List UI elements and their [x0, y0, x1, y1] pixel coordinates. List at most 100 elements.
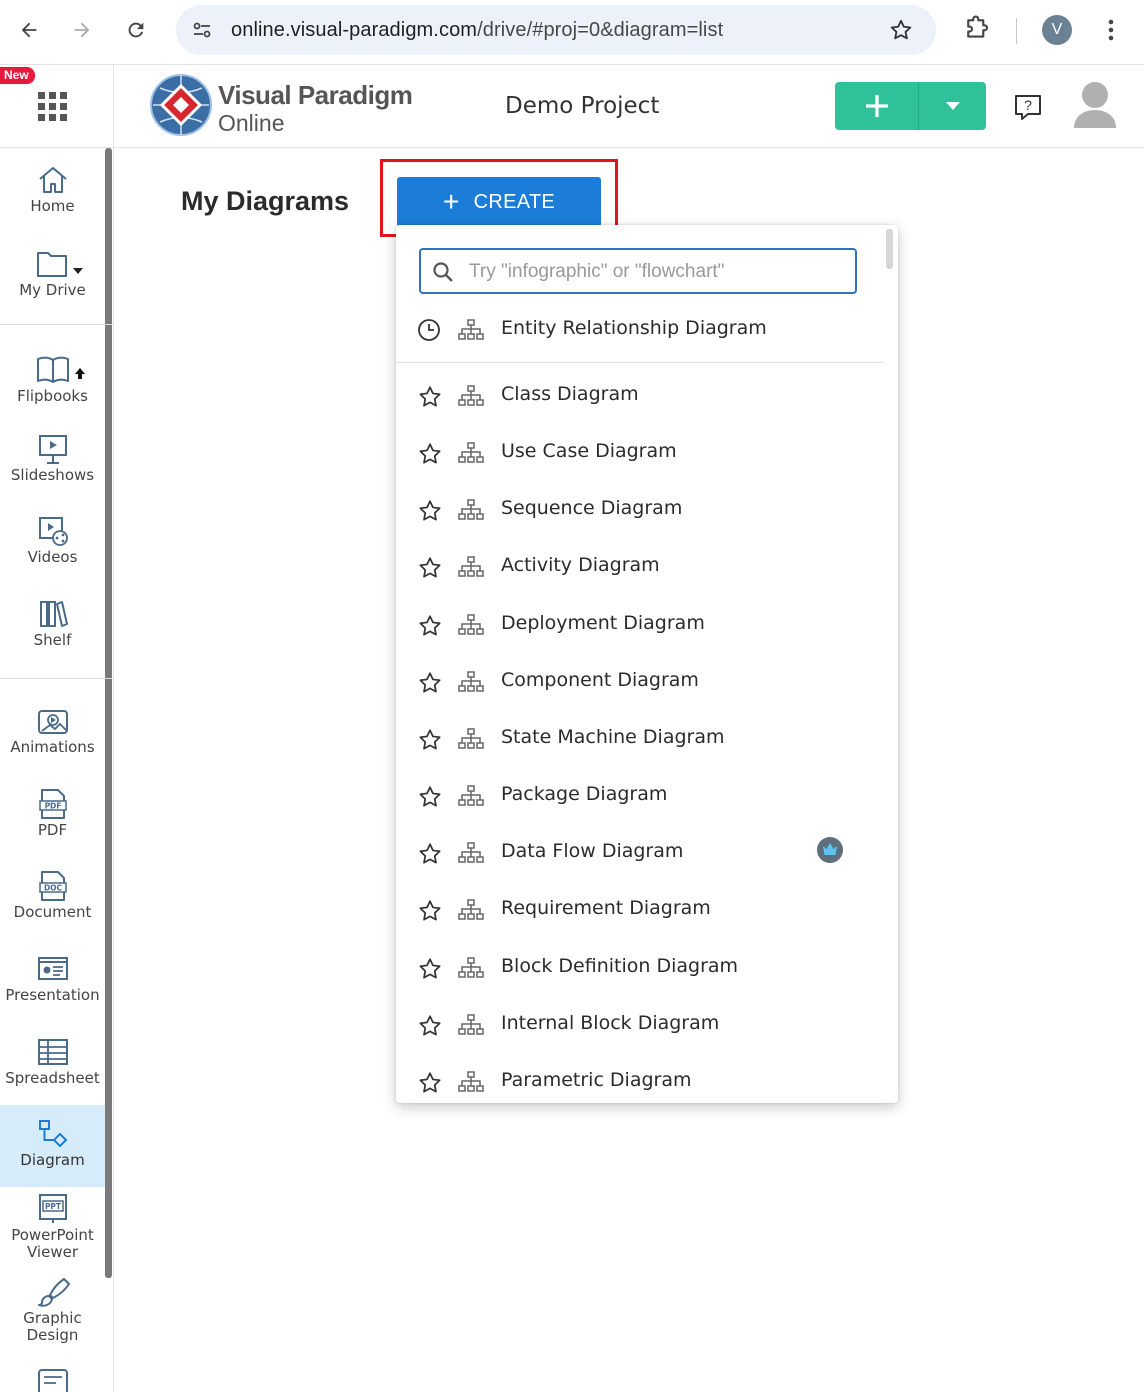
sidebar-item-document[interactable]: DOC Document [0, 870, 105, 921]
brush-icon [37, 1278, 70, 1307]
hierarchy-icon [458, 842, 484, 863]
hierarchy-icon [458, 899, 484, 920]
sidebar-item-flipbooks[interactable]: Flipbooks [0, 354, 105, 405]
hierarchy-icon [458, 1014, 484, 1035]
sidebar-item-videos[interactable]: Videos [0, 515, 105, 566]
site-settings-icon[interactable] [190, 18, 214, 42]
diagram-type-label: Package Diagram [501, 783, 668, 805]
sidebar-item-pdf[interactable]: PDF PDF [0, 788, 105, 839]
star-outline-icon[interactable] [417, 441, 443, 467]
sidebar-item-more[interactable] [0, 1366, 105, 1392]
more-menu-icon[interactable] [1100, 16, 1122, 44]
dropdown-scrollbar[interactable] [886, 229, 893, 269]
animation-icon [37, 710, 68, 734]
dropdown-divider [396, 362, 884, 363]
sidebar: Home My Drive Flipbooks Slideshows Video… [0, 148, 114, 1392]
add-dropdown-button[interactable] [919, 82, 986, 130]
new-badge: New [0, 67, 35, 84]
reload-icon [128, 22, 144, 38]
svg-text:PPT: PPT [44, 1202, 61, 1211]
star-outline-icon[interactable] [417, 956, 443, 982]
star-outline-icon[interactable] [417, 841, 443, 867]
hierarchy-icon [458, 556, 484, 577]
star-outline-icon[interactable] [417, 555, 443, 581]
sidebar-item-spreadsheet[interactable]: Spreadsheet [0, 1036, 105, 1087]
diagram-type-item[interactable]: Requirement Diagram [396, 881, 886, 938]
star-outline-icon[interactable] [417, 898, 443, 924]
sidebar-item-diagram[interactable]: Diagram [0, 1105, 105, 1187]
hierarchy-icon [458, 671, 484, 692]
hierarchy-icon [458, 385, 484, 406]
visual-paradigm-logo[interactable]: Visual Paradigm Online [148, 72, 418, 138]
apps-launcher[interactable]: New [0, 65, 114, 147]
diagram-type-item[interactable]: Data Flow Diagram [396, 824, 886, 881]
recent-diagram-item[interactable]: Entity Relationship Diagram [396, 301, 886, 358]
sidebar-item-my-drive[interactable]: My Drive [0, 248, 105, 299]
star-outline-icon[interactable] [417, 784, 443, 810]
bookmark-star-icon[interactable] [888, 17, 914, 43]
sidebar-item-graphic-design[interactable]: Graphic Design [0, 1276, 105, 1344]
diagram-type-label: Use Case Diagram [501, 440, 677, 462]
caret-down-icon [945, 102, 960, 110]
hierarchy-icon [458, 785, 484, 806]
project-title[interactable]: Demo Project [505, 93, 659, 119]
add-button-group [835, 82, 986, 130]
slideshow-icon [38, 435, 67, 464]
diagram-type-item[interactable]: Package Diagram [396, 767, 886, 824]
diagram-type-item[interactable]: Deployment Diagram [396, 596, 886, 653]
sidebar-item-animations[interactable]: Animations [0, 705, 105, 756]
sidebar-item-presentation[interactable]: Presentation [0, 953, 105, 1004]
extensions-icon[interactable] [962, 14, 992, 44]
star-outline-icon[interactable] [417, 613, 443, 639]
profile-avatar[interactable]: V [1042, 15, 1072, 45]
toolbar-divider [1016, 18, 1017, 44]
reload-button[interactable] [119, 13, 153, 47]
help-icon[interactable]: ? [1013, 93, 1043, 123]
diagram-type-item[interactable]: Use Case Diagram [396, 424, 886, 481]
diagram-type-item[interactable]: Component Diagram [396, 653, 886, 710]
star-outline-icon[interactable] [417, 384, 443, 410]
diagram-type-item[interactable]: Class Diagram [396, 367, 886, 424]
create-dropdown-menu: Entity Relationship Diagram Class Diagra… [396, 225, 898, 1103]
sidebar-divider [0, 324, 113, 325]
folder-icon [36, 252, 83, 277]
sidebar-item-powerpoint-viewer[interactable]: PPT PowerPoint Viewer [0, 1193, 105, 1261]
svg-text:PDF: PDF [44, 802, 61, 811]
url-text: online.visual-paradigm.com/drive/#proj=0… [231, 19, 724, 41]
diagram-type-label: Parametric Diagram [501, 1069, 692, 1091]
diagram-type-item[interactable]: Internal Block Diagram [396, 996, 886, 1053]
diagram-type-item[interactable]: Sequence Diagram [396, 481, 886, 538]
diagram-type-item[interactable]: Parametric Diagram [396, 1053, 886, 1103]
spreadsheet-icon [37, 1039, 68, 1065]
plus-icon [865, 95, 888, 117]
diagram-type-item[interactable]: Activity Diagram [396, 538, 886, 595]
sidebar-item-shelf[interactable]: Shelf [0, 598, 105, 649]
search-input[interactable] [467, 258, 851, 286]
svg-text:?: ? [1024, 97, 1032, 113]
star-outline-icon[interactable] [417, 670, 443, 696]
back-button[interactable] [12, 13, 46, 47]
add-button[interactable] [835, 82, 918, 130]
sidebar-item-home[interactable]: Home [0, 164, 105, 215]
diagram-type-item[interactable]: Block Definition Diagram [396, 939, 886, 996]
star-outline-icon[interactable] [417, 727, 443, 753]
forward-button[interactable] [65, 13, 99, 47]
star-outline-icon[interactable] [417, 1070, 443, 1096]
star-outline-icon[interactable] [417, 498, 443, 524]
video-icon [38, 517, 68, 546]
diagram-type-label: Deployment Diagram [501, 612, 705, 634]
star-outline-icon[interactable] [417, 1013, 443, 1039]
doc-icon: DOC [38, 871, 67, 901]
hierarchy-icon [458, 1071, 484, 1092]
clock-icon [418, 319, 440, 341]
sidebar-scrollbar[interactable] [105, 148, 112, 1278]
apps-grid-icon[interactable] [38, 92, 68, 122]
user-avatar-icon[interactable] [1072, 80, 1118, 130]
diagram-type-label: Requirement Diagram [501, 897, 711, 919]
sidebar-item-slideshows[interactable]: Slideshows [0, 433, 105, 484]
diagram-search-field[interactable] [419, 248, 857, 294]
diagram-type-label: Internal Block Diagram [501, 1012, 720, 1034]
address-bar[interactable]: online.visual-paradigm.com/drive/#proj=0… [176, 5, 936, 55]
diagram-type-label: Activity Diagram [501, 554, 660, 576]
diagram-type-item[interactable]: State Machine Diagram [396, 710, 886, 767]
